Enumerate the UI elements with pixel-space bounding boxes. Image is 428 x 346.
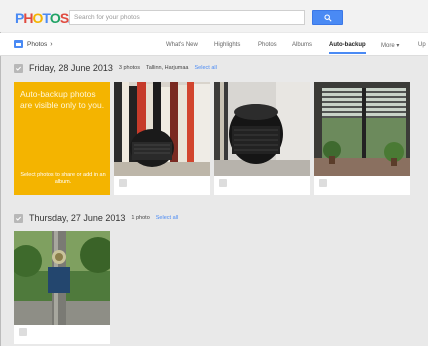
logo-letter: T [42,10,51,26]
photo-footer [114,175,210,195]
section-checkbox[interactable] [14,213,23,223]
bookshelf-speaker-photo [114,82,210,176]
photo-checkbox[interactable] [319,178,327,187]
pole-sign-photo [14,231,110,325]
photos-icon [14,40,23,48]
top-bar: PHOTOS2 Search for your photos [0,0,428,32]
share-hint[interactable]: Select photos to share or add in an albu… [20,172,106,186]
privacy-message: Auto-backup photos are visible only to y… [20,89,105,110]
photo-footer [314,175,410,195]
photo-thumbnail[interactable] [114,82,210,195]
nav-bar: Photos › What's New Highlights Photos Al… [0,33,428,56]
photo-checkbox[interactable] [219,178,227,187]
search-button[interactable] [312,10,343,25]
date-section-header: Friday, 28 June 2013 3 photos Tallinn, H… [14,62,217,74]
section-date: Friday, 28 June 2013 [29,63,113,73]
logo-letter: O [49,10,61,26]
tab-auto-backup-label: Auto-backup [329,42,366,48]
section-checkbox[interactable] [14,63,23,73]
upload-button[interactable]: Up [418,42,426,48]
tab-more[interactable]: More ▾ [381,42,399,49]
photo-checkbox[interactable] [19,327,27,336]
tab-photos[interactable]: Photos [258,42,277,48]
select-all-link[interactable]: Select all [195,65,217,71]
photo-checkbox[interactable] [119,178,127,187]
speaker-closeup-photo [214,82,310,176]
search-icon [323,13,332,22]
check-icon [15,216,22,221]
photo-count: 1 photo [131,215,150,221]
photo-image [214,82,310,176]
photo-footer [214,175,310,195]
photo-thumbnail[interactable] [14,231,110,344]
logo-letter: H [23,10,33,26]
photo-thumbnail[interactable] [314,82,410,195]
date-section-header: Thursday, 27 June 2013 1 photo Select al… [14,212,178,224]
logo-letter: P [15,10,24,26]
logo-letter: S [59,10,69,26]
search-input[interactable]: Search for your photos [69,10,305,25]
photo-count: 3 photos [118,65,140,71]
photo-footer [14,324,110,344]
chevron-right-icon: › [50,40,53,48]
logo-letter: O [32,10,43,26]
tab-auto-backup[interactable]: Auto-backup [329,42,366,54]
breadcrumb[interactable]: Photos › [14,40,53,48]
tab-whats-new[interactable]: What's New [166,42,198,48]
photo-image [314,82,410,176]
photo-thumbnail[interactable] [214,82,310,195]
tab-albums[interactable]: Albums [292,42,312,48]
photo-image [14,231,110,325]
breadcrumb-label: Photos [27,40,48,48]
photo-image [114,82,210,176]
auto-backup-info-card: Auto-backup photos are visible only to y… [14,82,110,195]
app-logo[interactable]: PHOTOS2 [15,9,76,27]
location: Tallinn, Harjumaa [146,65,189,71]
active-tab-underline [329,52,366,54]
tab-highlights[interactable]: Highlights [214,42,240,48]
select-all-link[interactable]: Select all [156,215,178,221]
window-plants-photo [314,82,410,176]
check-icon [15,66,22,71]
section-date: Thursday, 27 June 2013 [29,213,126,223]
